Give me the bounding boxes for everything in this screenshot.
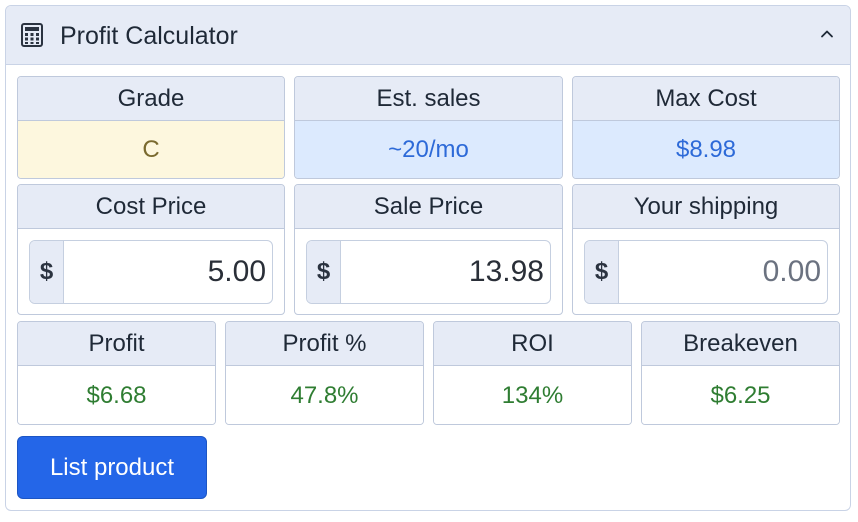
max-cost-value: $8.98 [573,121,839,178]
calculator-icon [21,23,43,47]
cost-price-label: Cost Price [18,185,284,229]
breakeven-value: $6.25 [642,366,839,424]
max-cost-card: Max Cost $8.98 [572,76,840,179]
profit-label: Profit [18,322,215,366]
roi-value: 134% [434,366,631,424]
profit-value: $6.68 [18,366,215,424]
grade-card: Grade C [17,76,285,179]
profit-percent-card: Profit % 47.8% [225,321,424,425]
shipping-input[interactable] [619,241,827,303]
cost-price-input-group: $ [29,240,273,304]
currency-prefix: $ [585,241,619,303]
sale-price-label: Sale Price [295,185,562,229]
roi-card: ROI 134% [433,321,632,425]
grade-value: C [18,121,284,178]
sale-price-card: Sale Price $ [294,184,563,315]
sale-price-input[interactable] [341,241,550,303]
shipping-input-group: $ [584,240,828,304]
list-product-button[interactable]: List product [17,436,207,499]
currency-prefix: $ [307,241,341,303]
sale-price-input-group: $ [306,240,551,304]
profit-percent-label: Profit % [226,322,423,366]
shipping-label: Your shipping [573,185,839,229]
profit-calculator-panel: Profit Calculator Grade C Est. sales ~20… [5,5,851,511]
est-sales-card: Est. sales ~20/mo [294,76,563,179]
shipping-card: Your shipping $ [572,184,840,315]
breakeven-label: Breakeven [642,322,839,366]
grade-label: Grade [18,77,284,121]
cost-price-card: Cost Price $ [17,184,285,315]
profit-percent-value: 47.8% [226,366,423,424]
panel-title: Profit Calculator [60,22,238,50]
currency-prefix: $ [30,241,64,303]
max-cost-label: Max Cost [573,77,839,121]
est-sales-value: ~20/mo [295,121,562,178]
breakeven-card: Breakeven $6.25 [641,321,840,425]
cost-price-input[interactable] [64,241,272,303]
chevron-up-icon[interactable] [818,25,836,43]
roi-label: ROI [434,322,631,366]
profit-card: Profit $6.68 [17,321,216,425]
est-sales-label: Est. sales [295,77,562,121]
panel-header[interactable]: Profit Calculator [6,6,850,65]
